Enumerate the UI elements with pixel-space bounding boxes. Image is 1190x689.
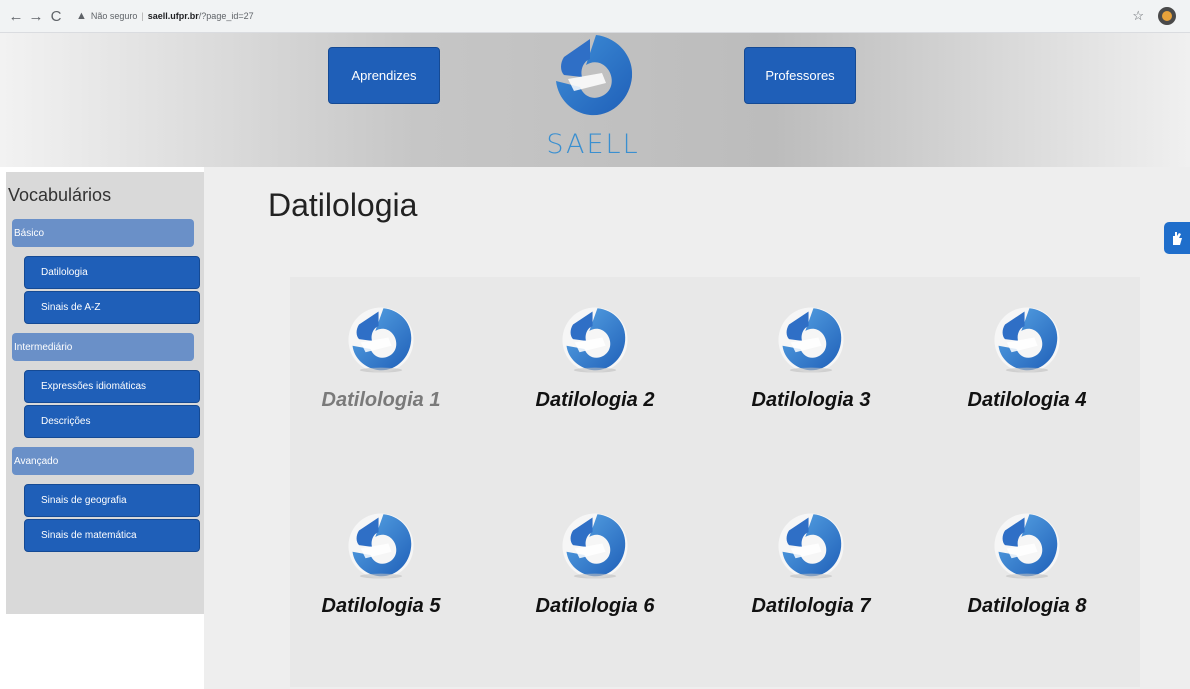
hand-logo-icon [562,307,628,373]
level-basico[interactable]: Básico [12,219,194,247]
bookmark-star-icon[interactable]: ☆ [1132,8,1144,24]
sidebar-item-matematica[interactable]: Sinais de matemática [24,519,200,552]
sidebar-item-descricoes[interactable]: Descrições [24,405,200,438]
reload-icon[interactable]: C [46,8,66,25]
card-datilologia-3[interactable]: Datilologia 3 [704,267,918,467]
hand-logo-icon [778,307,844,373]
main-content: Datilologia Datilologia 1 Datilologia 2 … [204,167,1190,689]
hand-logo-icon [348,307,414,373]
card-label: Datilologia 1 [321,389,441,411]
card-label: Datilologia 2 [535,389,655,411]
card-datilologia-7[interactable]: Datilologia 7 [704,473,918,673]
saell-logo[interactable]: SAELL [528,33,658,167]
professores-button[interactable]: Professores [744,47,856,104]
security-label: Não seguro [90,11,138,21]
url-path: /?page_id=27 [198,11,254,21]
card-label: Datilologia 7 [751,595,871,617]
browser-toolbar: ← → C ▲ Não seguro | saell.ufpr.br /?pag… [0,0,1190,33]
url-host: saell.ufpr.br [147,11,199,21]
sidebar-item-geografia[interactable]: Sinais de geografia [24,484,200,517]
card-label: Datilologia 3 [751,389,871,411]
accessibility-hand-icon[interactable] [1164,222,1190,254]
hand-glyph-icon [1173,232,1182,245]
sidebar-title: Vocabulários [8,185,112,205]
card-label: Datilologia 5 [321,595,441,617]
hand-logo-icon [778,513,844,579]
sidebar-item-datilologia[interactable]: Datilologia [24,256,200,289]
sidebar-item-expressoes[interactable]: Expressões idiomáticas [24,370,200,403]
hand-logo-icon [348,513,414,579]
address-bar[interactable]: ▲ Não seguro | saell.ufpr.br /?page_id=2… [76,10,254,22]
address-separator: | [141,11,144,21]
card-label: Datilologia 4 [967,389,1087,411]
aprendizes-button[interactable]: Aprendizes [328,47,440,104]
logo-wordmark: SAELL [546,129,640,160]
card-datilologia-5[interactable]: Datilologia 5 [274,473,488,673]
forward-arrow-icon[interactable]: → [26,8,46,25]
card-label: Datilologia 8 [967,595,1087,617]
card-datilologia-6[interactable]: Datilologia 6 [488,473,702,673]
logo-hand-icon [556,35,633,116]
level-avancado[interactable]: Avançado [12,447,194,475]
card-datilologia-1[interactable]: Datilologia 1 [274,267,488,467]
hand-logo-icon [994,513,1060,579]
card-datilologia-4[interactable]: Datilologia 4 [920,267,1134,467]
site-header: Aprendizes SAELL Professores [0,33,1190,167]
card-datilologia-8[interactable]: Datilologia 8 [920,473,1134,673]
sidebar-item-sinais-az[interactable]: Sinais de A-Z [24,291,200,324]
card-datilologia-2[interactable]: Datilologia 2 [488,267,702,467]
back-arrow-icon[interactable]: ← [6,8,26,25]
level-intermediario[interactable]: Intermediário [12,333,194,361]
hand-logo-icon [562,513,628,579]
hand-logo-icon [994,307,1060,373]
sidebar: Vocabulários Básico Datilologia Sinais d… [6,172,204,614]
warning-triangle-icon: ▲ [76,10,87,22]
extension-icon[interactable] [1158,7,1176,25]
page-title: Datilologia [268,187,418,223]
card-label: Datilologia 6 [535,595,655,617]
